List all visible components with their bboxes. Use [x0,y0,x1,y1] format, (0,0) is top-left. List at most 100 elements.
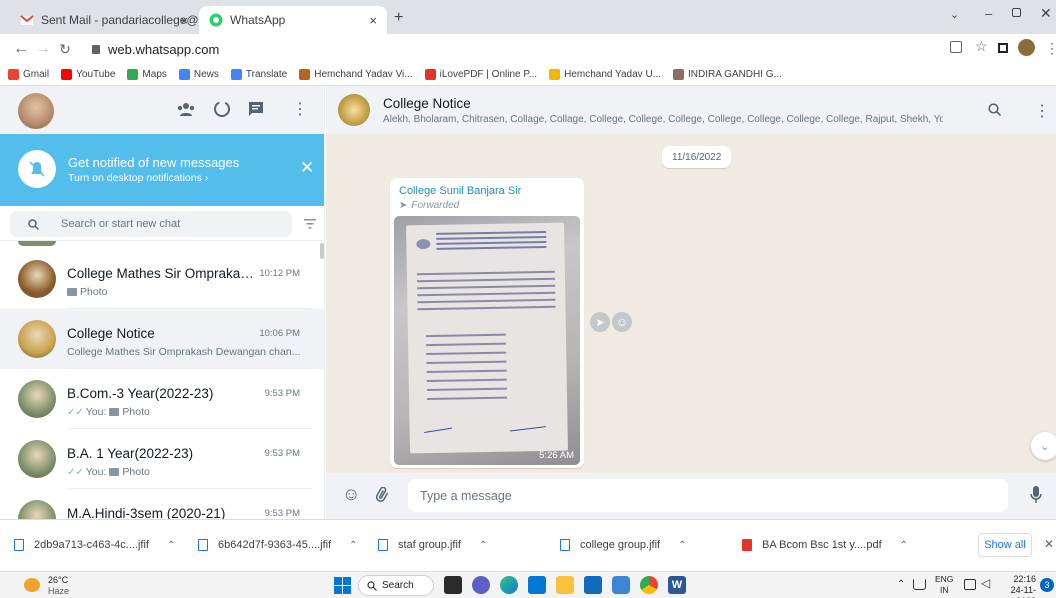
bookmark-item[interactable]: News [178,69,219,80]
paper-list-lines [425,333,506,338]
tab-whatsapp[interactable]: WhatsApp × [199,6,387,34]
store-icon[interactable] [528,576,546,594]
chat-body: B.Com.-3 Year(2022-23) 9:53 PM ✓✓ You: Photo [67,369,312,429]
message-sender[interactable]: College Sunil Banjara Sir [399,185,521,197]
taskbar-search[interactable]: Search [358,575,434,596]
chat-list-item[interactable]: B.Com.-3 Year(2022-23) 9:53 PM ✓✓ You: Photo [0,369,324,429]
notification-badge[interactable]: 3 [1040,578,1054,592]
conversation-header[interactable]: College Notice Alekh, Bholaram, Chitrase… [326,86,1056,134]
download-options-icon[interactable]: ⌃ [479,540,487,551]
microphone-icon[interactable] [1030,486,1042,504]
close-banner-icon[interactable]: ✕ [300,158,314,178]
forwarded-label: Forwarded [411,200,460,211]
mail-icon[interactable] [584,576,602,594]
filter-icon[interactable] [304,219,316,229]
photos-icon[interactable] [612,576,630,594]
bookmark-icon [424,69,436,80]
bookmark-item[interactable]: Hemchand Yadav Vi... [299,69,413,80]
edge-icon[interactable] [500,576,518,594]
bookmark-item[interactable]: YouTube [61,69,115,80]
show-all-button[interactable]: Show all [978,533,1032,557]
bookmark-item[interactable]: iLovePDF | Online P... [424,69,537,80]
chrome-icon[interactable] [640,576,658,594]
notification-link[interactable]: Turn on desktop notifications › [68,172,208,184]
bookmark-item[interactable]: Gmail [8,69,49,80]
paper-signature-right [509,419,546,432]
tab-gmail[interactable]: Sent Mail - pandariacollege@gm × [10,6,198,34]
address-bar[interactable]: web.whatsapp.com [92,37,422,61]
bookmark-item[interactable]: INDIRA GANDHI G... [673,69,782,80]
search-messages-icon[interactable] [988,103,1001,116]
network-icon[interactable] [913,579,926,590]
communities-icon[interactable] [177,102,195,116]
download-options-icon[interactable]: ⌃ [167,540,175,551]
bookmark-item[interactable]: Translate [230,69,287,80]
close-window-icon[interactable]: ✕ [1040,5,1052,22]
search-input[interactable]: Search or start new chat [10,211,292,237]
file-icon [560,539,570,551]
share-icon[interactable] [950,41,962,53]
reload-icon[interactable]: ↻ [54,41,76,58]
status-icon[interactable] [213,100,231,118]
tab-gmail-close[interactable]: × [180,13,188,28]
back-arrow-icon[interactable]: ← [10,40,32,58]
attach-icon[interactable] [376,487,390,503]
message-bubble[interactable]: College Sunil Banjara Sir ➤ Forwarded 5:… [390,178,584,468]
download-item[interactable]: staf group.jfif ⌃ [378,534,487,556]
profile-avatar[interactable] [1018,39,1035,56]
message-input[interactable]: Type a message [408,479,1008,512]
volume-icon[interactable]: ◁ [981,576,990,590]
message-time: 5:26 AM [539,450,574,461]
bookmark-star-icon[interactable]: ☆ [975,38,988,55]
chat-time: 10:12 PM [259,268,300,279]
task-view-icon[interactable] [444,576,462,594]
download-item[interactable]: college group.jfif ⌃ [560,534,687,556]
chat-list-item[interactable]: College Mathes Sir Omprakash ... 10:12 PM… [0,249,324,309]
browser-menu-icon[interactable]: ⋮ [1045,40,1056,57]
tab-search-icon[interactable]: ⌄ [950,8,959,21]
download-item[interactable]: 2db9a713-c463-4c....jfif ⌃ [14,534,175,556]
minimize-icon[interactable]: – [985,6,992,21]
tray-chevron-icon[interactable]: ⌃ [897,579,905,590]
notice-photo[interactable]: 5:26 AM [394,216,580,465]
side-panel-icon[interactable] [998,43,1008,53]
chat-list-scrollbar[interactable] [320,243,324,259]
chat-sender-you: You: [85,466,107,478]
chat-list-item[interactable]: College Notice 10:06 PM College Mathes Sir… [0,309,324,369]
new-chat-icon[interactable] [248,101,264,117]
download-item[interactable]: BA Bcom Bsc 1st y....pdf ⌃ [742,534,908,556]
tab-whatsapp-close[interactable]: × [369,13,377,28]
teams-chat-icon[interactable] [472,576,490,594]
display-icon[interactable] [964,579,976,590]
download-item[interactable]: 6b642d7f-9363-45....jfif ⌃ [198,534,358,556]
weather-temp[interactable]: 26°C [48,575,68,585]
close-downloads-icon[interactable]: ✕ [1044,537,1054,551]
my-avatar[interactable] [18,93,54,129]
bookmark-label: Hemchand Yadav U... [564,69,661,80]
download-options-icon[interactable]: ⌃ [900,540,908,551]
language-indicator[interactable]: ENG IN [935,574,953,596]
new-tab-button[interactable]: + [394,9,403,27]
scroll-down-icon[interactable]: ⌄ [1031,432,1056,460]
download-options-icon[interactable]: ⌃ [349,540,357,551]
conversation-menu-icon[interactable]: ⋮ [1034,101,1050,121]
bookmark-item[interactable]: Maps [127,69,167,80]
chat-list-item[interactable]: M.A.Hindi-3sem (2020-21)9:53 PM✓✓You:Pho… [0,489,324,519]
forward-message-icon[interactable]: ➤ [590,312,610,332]
file-explorer-icon[interactable] [556,576,574,594]
chat-list-item[interactable]: B.A. 1 Year(2022-23) 9:53 PM ✓✓ You: Photo [0,429,324,489]
forward-arrow-icon[interactable]: → [32,40,54,58]
clock[interactable]: 22:16 24-11-2022 [1000,574,1036,598]
bookmark-item[interactable]: Hemchand Yadav U... [549,69,661,80]
restore-icon[interactable] [1012,8,1021,17]
notification-banner[interactable]: Get notified of new messages Turn on des… [0,134,324,206]
download-filename: college group.jfif [580,539,661,551]
sidebar-menu-icon[interactable]: ⋮ [292,99,308,119]
group-avatar[interactable] [338,94,370,126]
emoji-icon[interactable]: ☺ [342,484,360,505]
word-icon[interactable]: W [668,576,686,594]
react-emoji-icon[interactable]: ☺ [612,312,632,332]
weather-sun-icon [24,578,40,592]
windows-start-icon[interactable] [334,577,351,594]
download-options-icon[interactable]: ⌃ [678,540,686,551]
